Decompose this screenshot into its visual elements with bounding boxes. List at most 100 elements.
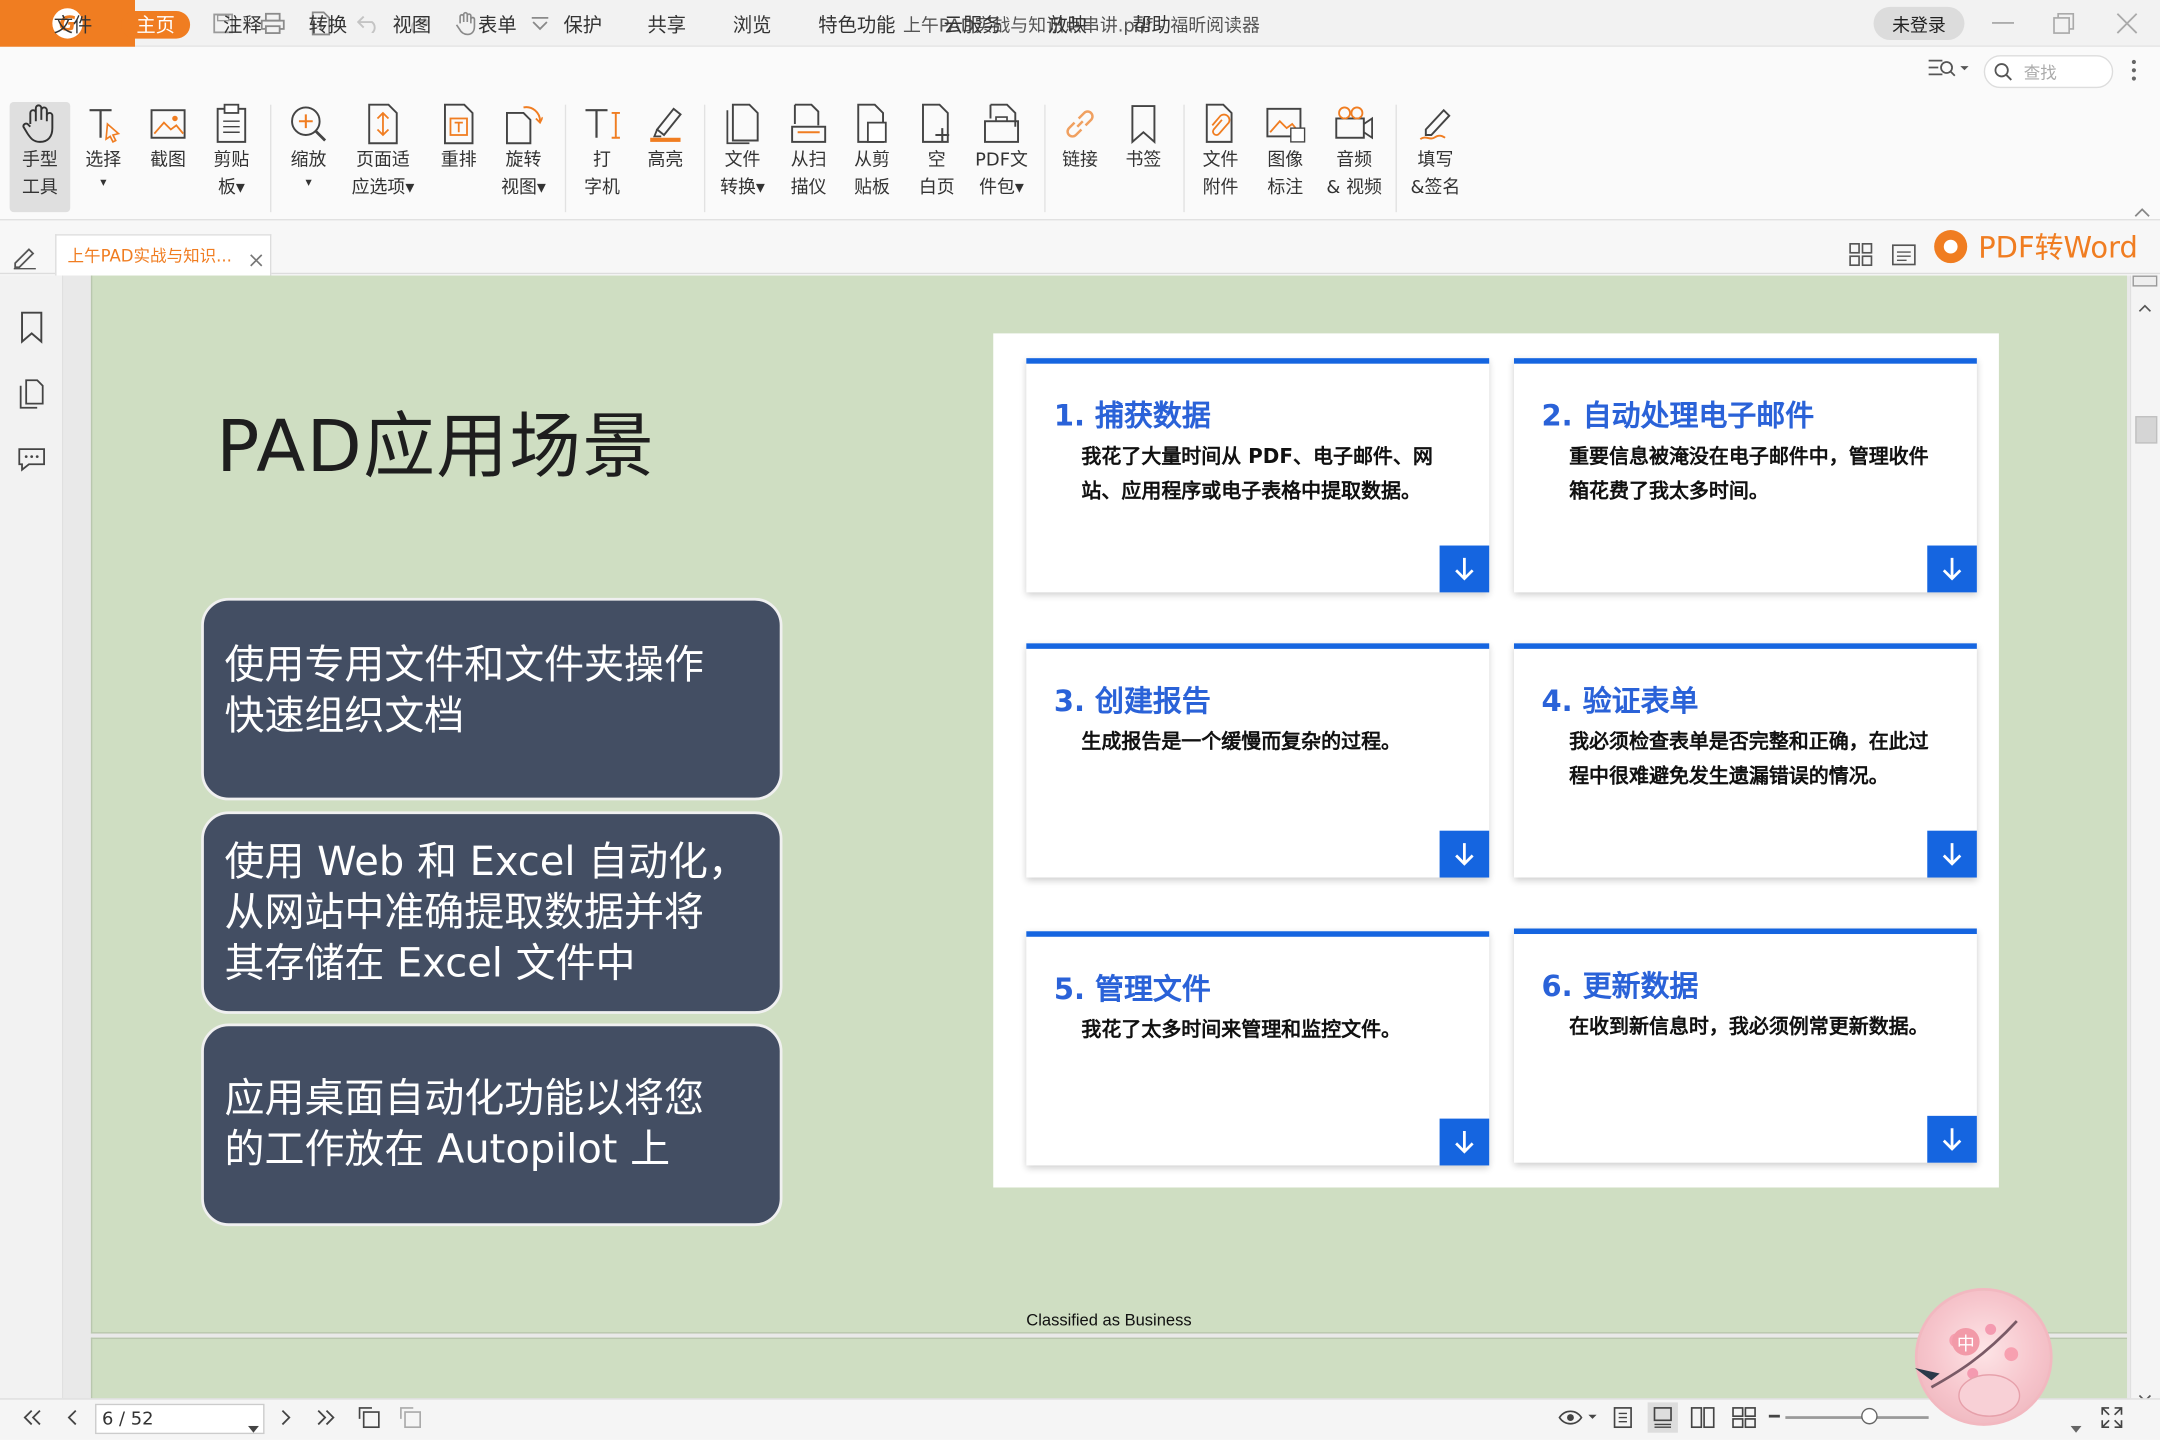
zoom-dropdown-icon[interactable] — [2070, 1413, 2085, 1433]
file-convert-icon — [722, 102, 763, 146]
plum-blossom-mascot-icon — [1914, 1320, 2021, 1417]
down-arrow-icon — [1439, 830, 1490, 878]
scroll-up-icon[interactable] — [2138, 292, 2155, 312]
fill-sign-button[interactable]: 填写 &签名 — [1407, 102, 1465, 203]
scroll-down-icon[interactable] — [2138, 1382, 2155, 1403]
audio-video-button[interactable]: 音频 & 视频 — [1322, 102, 1385, 203]
image-annotation-button[interactable]: 图像 标注 — [1262, 102, 1309, 203]
restore-icon[interactable] — [2036, 3, 2091, 44]
classification-footer: Classified as Business — [1026, 1310, 1192, 1330]
zoom-button[interactable]: 缩放 ▾ — [287, 102, 331, 192]
down-arrow-icon — [1927, 545, 1977, 593]
select-tool-button[interactable]: 选择 ▾ — [83, 102, 124, 192]
typewriter-icon — [581, 102, 622, 146]
zoom-out-icon[interactable] — [1768, 1414, 1780, 1418]
card-title: 2. 自动处理电子邮件 — [1541, 399, 1815, 433]
file-attachment-button[interactable]: 文件 附件 — [1197, 102, 1244, 203]
single-page-icon[interactable] — [1608, 1402, 1638, 1432]
typewriter-button[interactable]: 打字机 — [580, 102, 624, 203]
card-title: 4. 验证表单 — [1541, 684, 1699, 718]
continuous-page-icon[interactable] — [1647, 1402, 1678, 1433]
blank-page-button[interactable]: 空白页 — [913, 102, 960, 203]
menu-features[interactable]: 特色功能 — [803, 11, 910, 39]
page-fit-button[interactable]: 页面适 应选项▾ — [347, 102, 419, 203]
first-page-icon[interactable] — [17, 1402, 47, 1432]
scenario-bubble: 使用 Web 和 Excel 自动化， 从网站中准确提取数据并将 其存储在 Ex… — [201, 811, 783, 1014]
menu-share[interactable]: 共享 — [632, 11, 701, 39]
bookmark-icon — [1123, 102, 1164, 146]
menu-convert[interactable]: 转换 — [293, 11, 362, 39]
menu-help[interactable]: 帮助 — [1117, 11, 1186, 39]
minimize-icon[interactable] — [1975, 3, 2030, 44]
menu-form[interactable]: 表单 — [463, 11, 532, 39]
scrollbar-thumb[interactable] — [2135, 416, 2158, 444]
blank-page-icon — [916, 102, 957, 146]
last-page-icon[interactable] — [311, 1402, 341, 1432]
bookmark-button[interactable]: 书签 — [1120, 102, 1167, 175]
menu-comment[interactable]: 注释 — [208, 11, 277, 39]
mascot-widget[interactable]: 中 — [1914, 1288, 2053, 1426]
from-scanner-button[interactable]: 从扫 描仪 — [785, 102, 832, 203]
collapse-ribbon-icon[interactable] — [2134, 197, 2151, 217]
vertical-scrollbar[interactable] — [2129, 275, 2160, 1399]
bookmarks-panel-icon[interactable] — [15, 311, 48, 344]
close-window-icon[interactable] — [2099, 3, 2154, 44]
scenario-card: 6. 更新数据 在收到新信息时，我必须例常更新数据。 — [1513, 928, 1977, 1163]
comments-panel-icon[interactable] — [15, 442, 48, 475]
rotate-view-button[interactable]: 旋转 视图▾ — [495, 102, 553, 203]
menu-file[interactable]: 文件 — [39, 11, 108, 39]
more-menu-icon[interactable] — [2131, 58, 2145, 86]
screenshot-icon — [147, 102, 188, 146]
next-page-icon[interactable] — [270, 1402, 300, 1432]
menu-view[interactable]: 视图 — [377, 11, 446, 39]
close-tab-icon[interactable] — [249, 247, 266, 267]
document-tab[interactable]: 上午PAD实战与知识... — [55, 234, 272, 276]
file-convert-button[interactable]: 文件 转换▾ — [716, 102, 768, 203]
split-view-handle[interactable] — [2132, 275, 2158, 287]
clipboard-button[interactable]: 剪贴 板▾ — [209, 102, 253, 203]
menu-browse[interactable]: 浏览 — [718, 11, 787, 39]
pdf-to-word-button[interactable]: PDF转Word — [1934, 226, 2154, 267]
scanner-icon — [788, 102, 829, 146]
pdf-package-icon — [981, 102, 1022, 146]
login-button[interactable]: 未登录 — [1873, 6, 1965, 40]
continuous-facing-icon[interactable] — [1729, 1402, 1759, 1432]
search-input[interactable]: 查找 — [1983, 55, 2114, 89]
slide-title: PAD应用场景 — [216, 406, 656, 490]
image-annotation-icon — [1265, 102, 1306, 146]
menu-protect[interactable]: 保护 — [548, 11, 617, 39]
zoom-slider[interactable] — [1785, 1416, 1929, 1419]
zoom-icon — [288, 102, 329, 146]
zoom-slider-thumb[interactable] — [1861, 1407, 1878, 1425]
read-mode-icon[interactable] — [1555, 1402, 1602, 1432]
facing-pages-icon[interactable] — [1688, 1402, 1718, 1432]
pdf-package-button[interactable]: PDF文 件包▾ — [973, 102, 1031, 203]
menu-cloud[interactable]: 云服务 — [929, 11, 1017, 39]
menu-home[interactable]: 主页 — [121, 11, 191, 39]
next-view-icon[interactable] — [395, 1402, 425, 1432]
screenshot-button[interactable]: 截图 — [146, 102, 190, 175]
search-options-icon[interactable] — [1926, 55, 1970, 85]
ribbon-divider — [1044, 104, 1046, 213]
highlight-button[interactable]: 高亮 — [642, 102, 689, 175]
card-body: 生成报告是一个缓慢而复杂的过程。 — [1081, 731, 1402, 754]
fullscreen-icon[interactable] — [2097, 1402, 2127, 1432]
thumbnail-view-icon[interactable] — [1849, 242, 1877, 267]
reflow-button[interactable]: 重排 — [435, 102, 482, 175]
page-number-input[interactable]: 6 / 52 — [95, 1403, 265, 1435]
pdf-to-word-icon — [1934, 230, 1968, 264]
menu-slideshow[interactable]: 放映 — [1033, 11, 1102, 39]
clipboard-icon — [211, 102, 252, 146]
edit-pencil-icon[interactable] — [11, 244, 41, 272]
from-clipboard-button[interactable]: 从剪 贴板 — [849, 102, 896, 203]
pages-panel-icon[interactable] — [15, 377, 48, 410]
link-button[interactable]: 链接 — [1057, 102, 1104, 175]
page-dropdown-icon[interactable] — [247, 1413, 262, 1433]
tab-list-icon[interactable] — [1891, 242, 1919, 267]
hand-tool-button[interactable]: 手型 工具 — [9, 101, 71, 213]
scenario-bubble: 应用桌面自动化功能以将您 的工作放在 Autopilot 上 — [201, 1023, 783, 1227]
previous-view-icon[interactable] — [354, 1402, 384, 1432]
previous-page-icon[interactable] — [58, 1402, 88, 1432]
scenario-bubble: 使用专用文件和文件夹操作 快速组织文档 — [201, 597, 783, 801]
down-arrow-icon — [1439, 545, 1490, 593]
